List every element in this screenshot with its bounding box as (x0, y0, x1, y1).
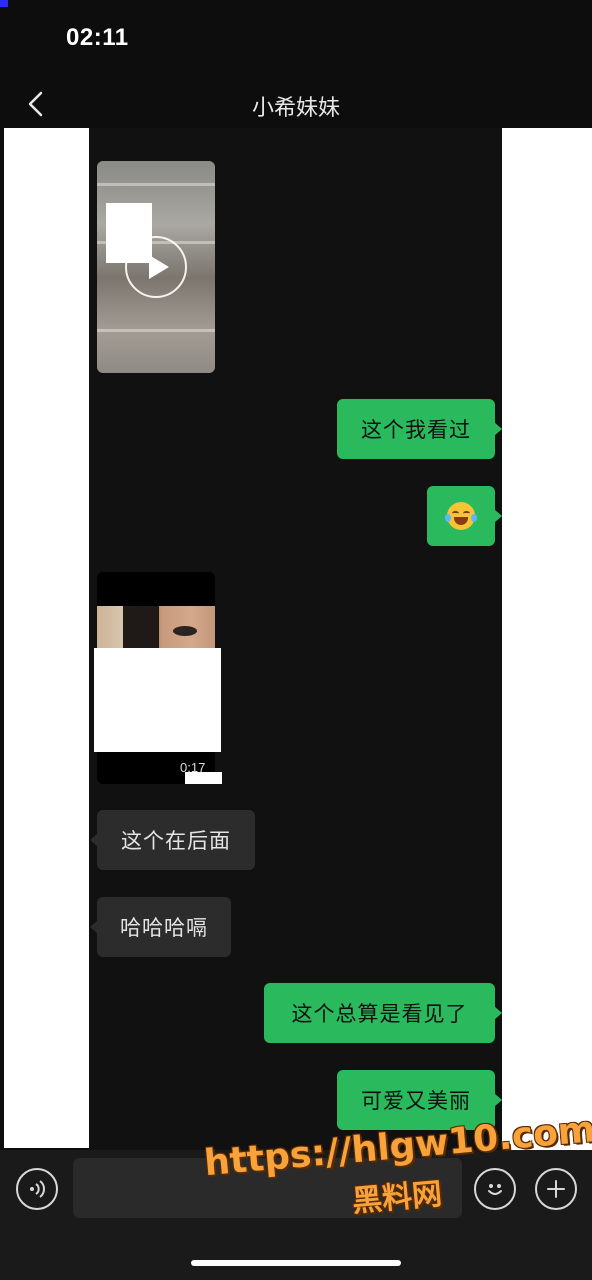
plus-icon (547, 1180, 565, 1198)
voice-button[interactable] (16, 1168, 58, 1210)
more-button[interactable] (535, 1168, 577, 1210)
message-text: 这个我看过 (361, 418, 471, 442)
laughing-emoji-icon (445, 502, 477, 530)
corner-mark (0, 0, 8, 7)
message-text: 哈哈哈嗝 (120, 916, 208, 940)
nav-bar: 小希妹妹 (0, 80, 592, 130)
chat-title: 小希妹妹 (251, 96, 340, 121)
message-text: 这个在后面 (121, 829, 231, 853)
home-indicator[interactable] (191, 1260, 401, 1266)
message-bubble-outgoing[interactable]: 可爱又美丽 (337, 1070, 502, 1130)
smiley-icon (488, 1184, 502, 1195)
right-white-panel (502, 128, 592, 1150)
message-text: 可爱又美丽 (361, 1089, 471, 1113)
left-white-panel (4, 128, 89, 1148)
message-bubble-incoming[interactable]: 哈哈哈嗝 (90, 897, 231, 957)
redaction-block (185, 772, 222, 784)
message-bubble-outgoing[interactable]: 这个总算是看见了 (264, 983, 502, 1043)
thumb-detail (97, 183, 215, 186)
message-bubble-outgoing[interactable]: 这个我看过 (337, 399, 502, 459)
play-icon[interactable] (125, 236, 187, 298)
message-bubble-incoming[interactable]: 这个在后面 (90, 810, 255, 870)
voice-icon (30, 1180, 45, 1198)
status-time: 02:11 (66, 24, 129, 51)
thumb-detail (97, 329, 215, 332)
emoji-button[interactable] (474, 1168, 516, 1210)
status-bar: 02:11 (0, 0, 592, 80)
message-input[interactable] (73, 1158, 462, 1218)
redaction-block (94, 648, 221, 752)
message-text: 这个总算是看见了 (291, 1002, 468, 1026)
message-bubble-outgoing[interactable] (427, 486, 502, 546)
video-message[interactable] (97, 161, 215, 373)
